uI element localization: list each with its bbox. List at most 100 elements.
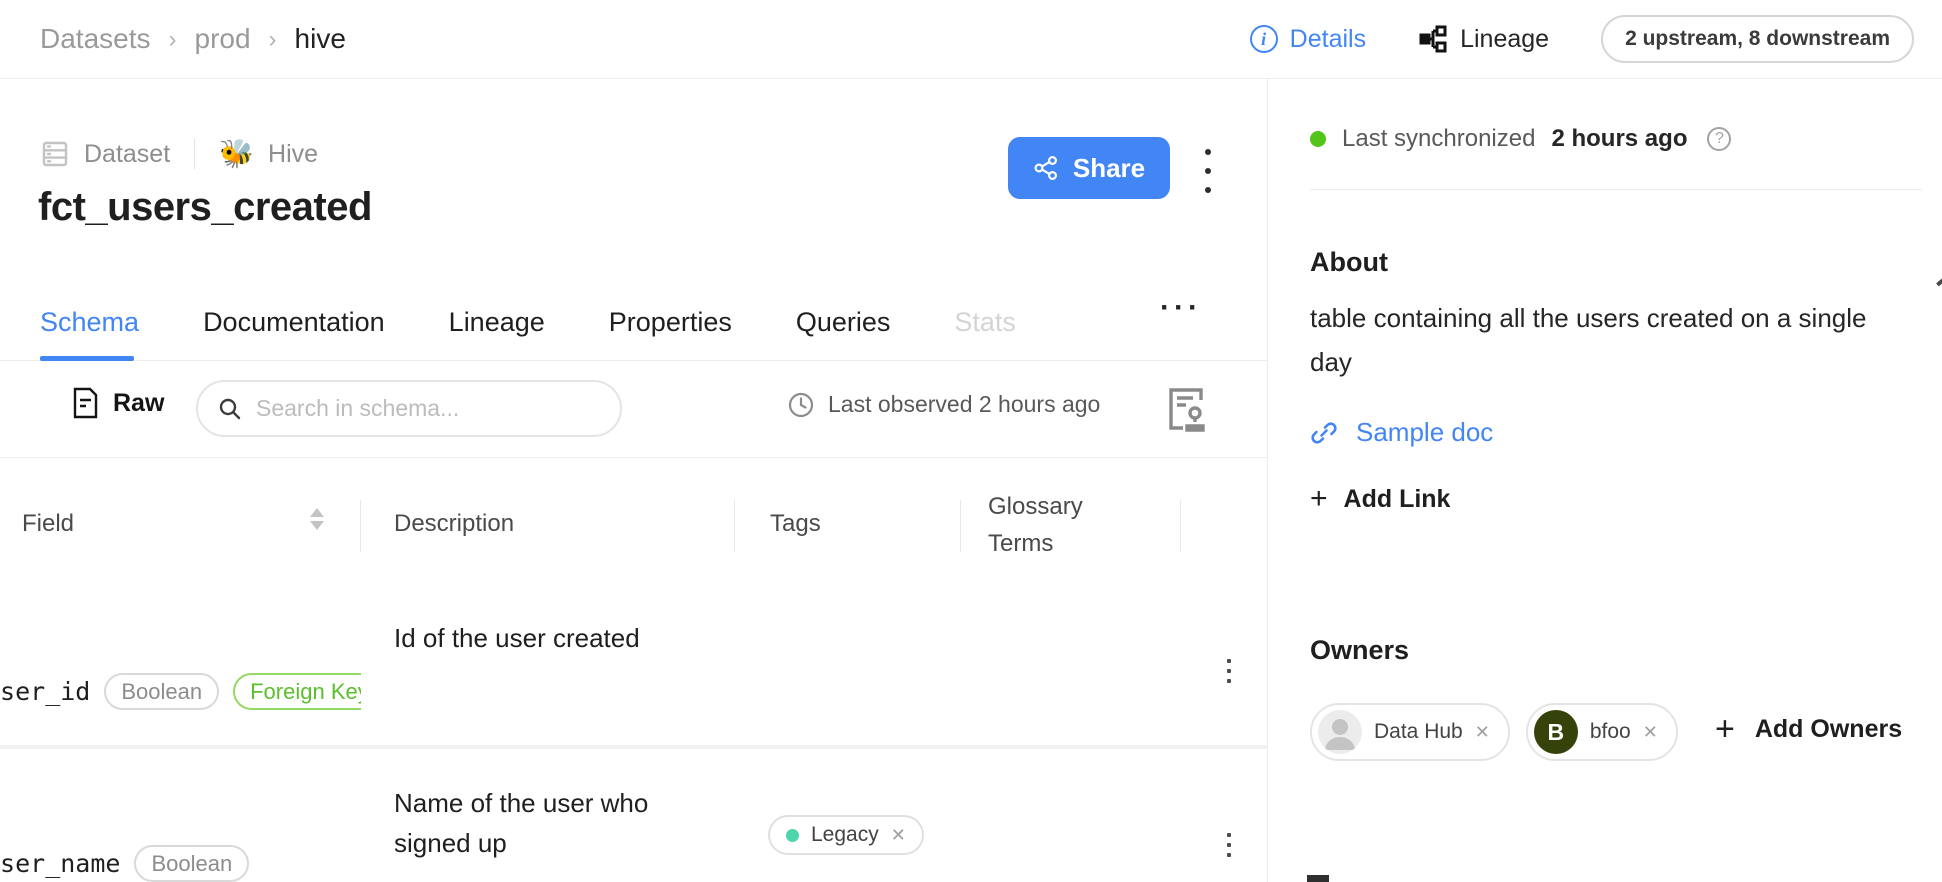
raw-toggle-button[interactable]: Raw	[72, 387, 164, 419]
field-description[interactable]: Id of the user created	[394, 618, 814, 658]
page-title: fct_users_created	[38, 185, 372, 230]
details-label: Details	[1290, 25, 1366, 54]
owner-chip-datahub[interactable]: Data Hub ✕	[1310, 703, 1510, 761]
share-icon	[1033, 155, 1059, 181]
help-icon[interactable]: ?	[1707, 127, 1731, 151]
tab-documentation[interactable]: Documentation	[203, 307, 385, 338]
schema-table-header: Field Description Tags Glossary Terms	[0, 470, 1267, 580]
search-input[interactable]	[256, 395, 586, 422]
next-section-heading-clipped	[1307, 875, 1329, 882]
plus-icon: +	[1715, 712, 1735, 746]
divider	[1310, 189, 1922, 190]
foreign-key-badge[interactable]: Foreign Key	[233, 673, 361, 710]
breadcrumb-separator: ›	[269, 24, 277, 54]
tab-properties[interactable]: Properties	[609, 307, 732, 338]
last-observed: Last observed 2 hours ago	[788, 391, 1100, 418]
column-header-tags: Tags	[770, 510, 821, 538]
plus-icon: +	[1310, 484, 1328, 514]
tag-color-dot	[786, 829, 799, 842]
about-heading: About	[1310, 247, 1388, 278]
hive-platform-icon: 🐝	[219, 140, 254, 168]
edit-icon[interactable]	[1936, 276, 1942, 287]
add-link-button[interactable]: + Add Link	[1310, 484, 1450, 514]
type-badge: Boolean	[104, 673, 219, 710]
column-divider[interactable]	[1180, 500, 1181, 552]
column-header-description: Description	[394, 510, 514, 538]
table-row[interactable]: Id of the user created user_id Boolean F…	[0, 580, 1267, 745]
last-synchronized: Last synchronized 2 hours ago ?	[1310, 125, 1731, 153]
platform-label[interactable]: Hive	[268, 140, 318, 169]
schema-search[interactable]	[196, 380, 622, 437]
more-options-menu[interactable]	[1196, 149, 1220, 193]
owner-name: Data Hub	[1374, 720, 1463, 744]
field-description[interactable]: Name of the user who signed up	[394, 783, 704, 863]
clock-icon	[788, 392, 814, 418]
top-bar: Datasets › prod › hive i Details Lineage…	[0, 0, 1942, 79]
info-icon: i	[1250, 25, 1278, 53]
column-header-glossary-terms: Glossary Terms	[988, 488, 1100, 562]
share-label: Share	[1073, 153, 1145, 184]
add-owners-button[interactable]: + Add Owners	[1715, 712, 1902, 746]
sync-value: 2 hours ago	[1551, 125, 1687, 153]
sync-label: Last synchronized	[1342, 125, 1535, 153]
row-menu-button[interactable]	[1224, 659, 1234, 683]
share-button[interactable]: Share	[1008, 137, 1170, 199]
lineage-icon	[1418, 24, 1448, 54]
schema-toolbar: Raw Last observed 2 hours ago	[0, 361, 1267, 458]
avatar: B	[1534, 710, 1578, 754]
lineage-counts-pill[interactable]: 2 upstream, 8 downstream	[1601, 15, 1914, 63]
row-menu-button[interactable]	[1224, 833, 1234, 857]
breadcrumb-datasets[interactable]: Datasets	[40, 23, 151, 55]
owner-name: bfoo	[1590, 720, 1631, 744]
type-badge: Boolean	[134, 845, 249, 882]
raw-label: Raw	[113, 389, 164, 418]
owners-heading: Owners	[1310, 635, 1409, 666]
sort-icon[interactable]	[310, 508, 324, 530]
details-toggle[interactable]: i Details	[1250, 25, 1366, 54]
tab-queries[interactable]: Queries	[796, 307, 891, 338]
sample-doc-label: Sample doc	[1356, 417, 1493, 448]
entity-sidebar: Last synchronized 2 hours ago ? About ta…	[1267, 79, 1942, 882]
column-divider[interactable]	[360, 500, 361, 552]
add-link-label: Add Link	[1344, 485, 1451, 514]
entity-main-panel: Dataset 🐝 Hive Share fct_users_created S…	[0, 79, 1267, 882]
link-icon	[1310, 419, 1338, 447]
tab-bar: Schema Documentation Lineage Properties …	[40, 285, 1016, 360]
last-observed-label: Last observed 2 hours ago	[828, 391, 1100, 418]
breadcrumb-hive[interactable]: hive	[295, 23, 346, 55]
tab-stats[interactable]: Stats	[954, 307, 1016, 338]
field-name[interactable]: user_id	[0, 677, 90, 706]
search-icon	[218, 397, 242, 421]
divider	[194, 139, 195, 169]
about-description: table containing all the users created o…	[1310, 296, 1900, 384]
audit-stamp-icon[interactable]	[1166, 386, 1210, 434]
breadcrumb-separator: ›	[169, 24, 177, 54]
column-divider[interactable]	[734, 500, 735, 552]
lineage-toggle[interactable]: Lineage	[1418, 24, 1549, 54]
table-row[interactable]: Name of the user who signed up Legacy ✕ …	[0, 749, 1267, 882]
entity-type-label: Dataset	[84, 140, 170, 169]
tab-schema[interactable]: Schema	[40, 307, 139, 338]
tabs-overflow-button[interactable]: ···	[1160, 291, 1202, 325]
breadcrumb: Datasets › prod › hive	[40, 23, 346, 55]
breadcrumb-prod[interactable]: prod	[195, 23, 251, 55]
field-name[interactable]: user_name	[0, 849, 120, 878]
owner-chip-bfoo[interactable]: B bfoo ✕	[1526, 703, 1678, 761]
raw-document-icon	[72, 387, 99, 419]
sample-doc-link[interactable]: Sample doc	[1310, 417, 1493, 448]
tabs-scroll-fade	[1080, 279, 1165, 359]
tag-label: Legacy	[811, 823, 879, 847]
owners-list: Data Hub ✕ B bfoo ✕	[1310, 703, 1678, 761]
tag-legacy[interactable]: Legacy ✕	[768, 815, 924, 855]
remove-tag-icon[interactable]: ✕	[891, 825, 906, 846]
dataset-icon	[40, 139, 70, 169]
sync-status-dot	[1310, 131, 1326, 147]
remove-owner-icon[interactable]: ✕	[1475, 722, 1490, 743]
column-divider[interactable]	[960, 500, 961, 552]
add-owners-label: Add Owners	[1755, 715, 1902, 744]
remove-owner-icon[interactable]: ✕	[1643, 722, 1658, 743]
tab-lineage[interactable]: Lineage	[449, 307, 545, 338]
lineage-label: Lineage	[1460, 25, 1549, 54]
column-header-field[interactable]: Field	[22, 510, 74, 538]
avatar	[1318, 710, 1362, 754]
